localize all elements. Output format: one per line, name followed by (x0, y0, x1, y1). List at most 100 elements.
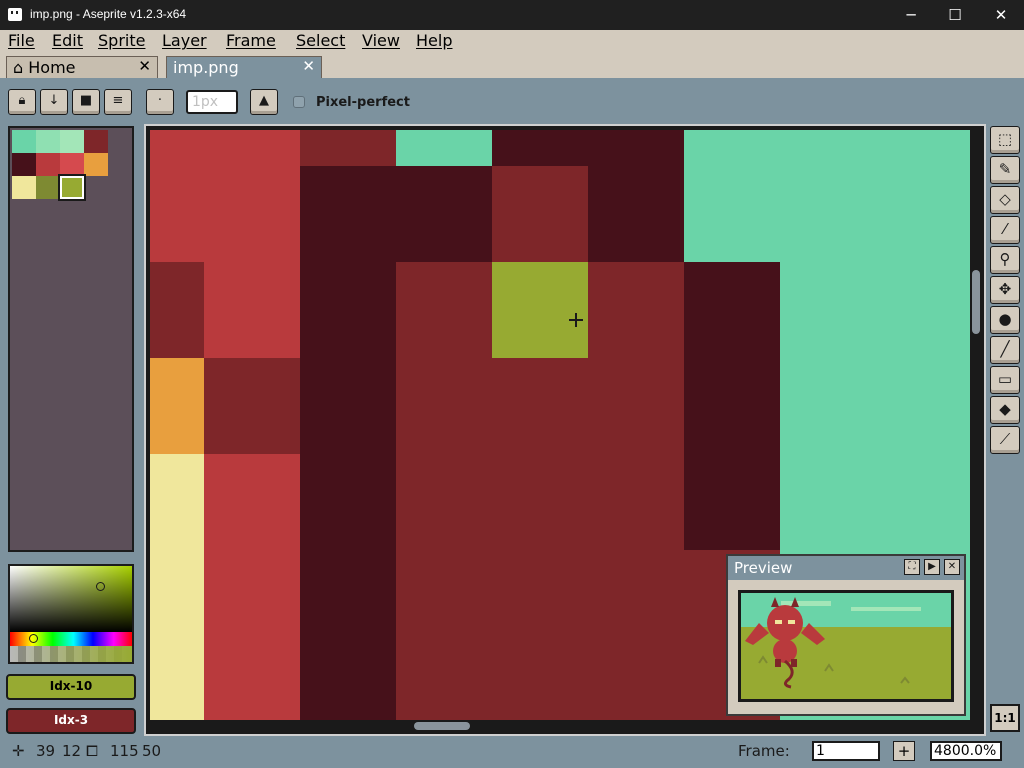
canvas-pixel (492, 130, 588, 166)
preview-fullscreen-button[interactable]: ⛶ (904, 559, 920, 575)
fill-tool[interactable]: ● (990, 306, 1020, 334)
canvas-pixel (204, 550, 300, 646)
zoom-input[interactable]: 4800.0% (930, 741, 1002, 761)
eyedropper-tool[interactable]: ⁄ (990, 216, 1020, 244)
canvas-pixel (204, 166, 300, 262)
contour-icon: ◆ (999, 400, 1011, 418)
minimize-button[interactable]: ─ (888, 0, 934, 30)
canvas-pixel (492, 646, 588, 720)
menu-icon: ≡ (112, 93, 124, 108)
preview-window: Preview ⛶ ▶ ✕ (726, 554, 966, 716)
ink-button[interactable]: ▲ (250, 89, 278, 115)
add-frame-button[interactable]: + (893, 741, 915, 761)
blur-icon: ⟋ (999, 430, 1011, 448)
line-tool[interactable]: ╱ (990, 336, 1020, 364)
preview-imp-image (741, 593, 951, 699)
rectangle-tool[interactable]: ▭ (990, 366, 1020, 394)
palette-swatch[interactable] (60, 153, 84, 176)
zoom-reset-button[interactable]: 1:1 (990, 704, 1020, 732)
eraser-tool[interactable]: ◇ (990, 186, 1020, 214)
menu-layer[interactable]: Layer (162, 31, 207, 50)
canvas-pixel (588, 550, 684, 646)
canvas-pixel (588, 646, 684, 720)
marquee-icon: ⬚ (997, 130, 1013, 148)
canvas-pixel (492, 358, 588, 454)
pixel-perfect-checkbox[interactable] (293, 96, 305, 108)
canvas-pixel (396, 130, 492, 166)
menu-select[interactable]: Select (296, 31, 345, 50)
canvas-pixel (396, 454, 492, 550)
palette-swatch[interactable] (12, 176, 36, 199)
lock-icon: 🔒︎ (18, 93, 26, 108)
background-color-button[interactable]: Idx-3 (6, 708, 136, 734)
horizontal-scroll-thumb[interactable] (414, 722, 470, 730)
window-titlebar: imp.png - Aseprite v1.2.3-x64 ─ ☐ ✕ (0, 0, 1024, 30)
palette-swatch[interactable] (84, 130, 108, 153)
palette-swatch[interactable] (58, 174, 86, 201)
palette-swatch[interactable] (84, 153, 108, 176)
window-title: imp.png - Aseprite v1.2.3-x64 (30, 7, 187, 21)
move-down-button[interactable]: ↓ (40, 89, 68, 115)
sv-marker (96, 582, 105, 591)
close-icon: ✕ (947, 561, 957, 572)
menu-help[interactable]: Help (416, 31, 452, 50)
palette-panel (8, 126, 134, 552)
canvas-pixel (150, 262, 204, 358)
lock-button[interactable]: 🔒︎ (8, 89, 36, 115)
palette-swatch[interactable] (36, 176, 60, 199)
foreground-color-button[interactable]: Idx-10 (6, 674, 136, 700)
maximize-button[interactable]: ☐ (932, 0, 978, 30)
preview-play-button[interactable]: ▶ (924, 559, 940, 575)
frame-input[interactable]: 1 (812, 741, 880, 761)
palette-swatch[interactable] (36, 153, 60, 176)
tab-underline (0, 78, 1024, 82)
pencil-icon: ✎ (998, 160, 1012, 178)
zoom-tool[interactable]: ⚲ (990, 246, 1020, 274)
canvas-pixel (396, 166, 492, 262)
saturation-value-box[interactable] (10, 566, 132, 632)
menu-file[interactable]: File (8, 31, 35, 50)
canvas-pixel (492, 550, 588, 646)
alpha-bar[interactable] (10, 646, 132, 662)
palette-swatch[interactable] (60, 130, 84, 153)
sprite-size-icon: ⧠ (86, 742, 99, 760)
canvas-pixel (300, 262, 396, 358)
vertical-scrollbar[interactable] (970, 130, 982, 720)
rectangle-icon: ▭ (997, 370, 1013, 388)
palette-swatch[interactable] (36, 130, 60, 153)
canvas-pixel (204, 646, 300, 720)
canvas-pixel (396, 358, 492, 454)
palette-swatch[interactable] (12, 153, 36, 176)
contour-tool[interactable]: ◆ (990, 396, 1020, 424)
menu-bar: File Edit Sprite Layer Frame Select View… (0, 30, 1024, 54)
vertical-scroll-thumb[interactable] (972, 270, 980, 334)
cursor-y: 12 (62, 742, 82, 760)
canvas-pixel (150, 550, 204, 646)
pixel-perfect-label: Pixel-perfect (316, 95, 410, 110)
canvas-pixel (588, 358, 684, 454)
square-icon: ■ (79, 93, 93, 108)
menu-view[interactable]: View (362, 31, 400, 50)
canvas-pixel (150, 166, 204, 262)
marquee-tool[interactable]: ⬚ (990, 126, 1020, 154)
preview-close-button[interactable]: ✕ (944, 559, 960, 575)
close-button[interactable]: ✕ (978, 0, 1024, 30)
square-button[interactable]: ■ (72, 89, 100, 115)
tab-home-close-icon[interactable]: ✕ (138, 57, 151, 75)
menu-frame[interactable]: Frame (226, 31, 276, 50)
tab-imp[interactable]: imp.png ✕ (166, 56, 322, 78)
tab-imp-close-icon[interactable]: ✕ (302, 57, 315, 75)
palette-swatch[interactable] (12, 130, 36, 153)
preview-header: Preview ⛶ ▶ ✕ (728, 556, 964, 580)
blur-tool[interactable]: ⟋ (990, 426, 1020, 454)
menu-edit[interactable]: Edit (52, 31, 83, 50)
menu-sprite[interactable]: Sprite (98, 31, 145, 50)
canvas-pixel (204, 130, 300, 166)
brush-size-input[interactable]: 1px (186, 90, 238, 114)
move-tool[interactable]: ✥ (990, 276, 1020, 304)
pencil-tool[interactable]: ✎ (990, 156, 1020, 184)
tab-home[interactable]: ⌂ Home ✕ (6, 56, 158, 78)
horizontal-scrollbar[interactable] (150, 720, 970, 732)
options-button[interactable]: ≡ (104, 89, 132, 115)
brush-type-button[interactable]: · (146, 89, 174, 115)
